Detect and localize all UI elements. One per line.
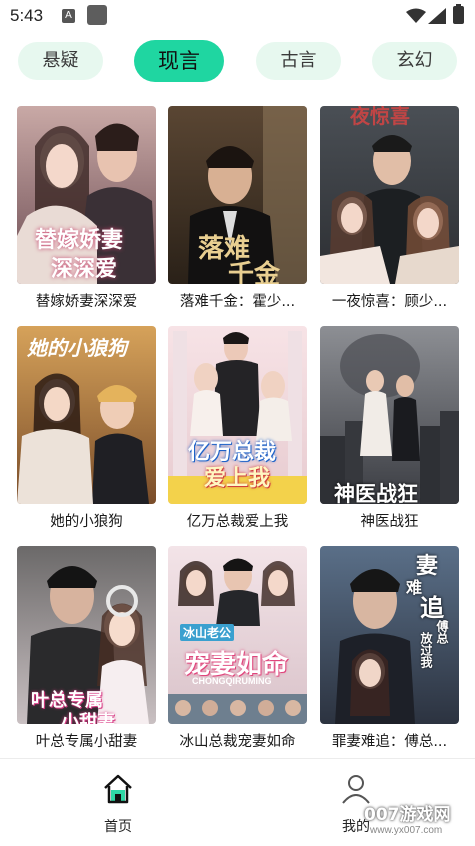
tab-suspense[interactable]: 悬疑 [18,42,103,80]
notification-icon: A [62,9,75,23]
app-notification-icon [87,5,107,25]
drama-poster: 夜惊喜 [320,106,459,284]
status-time: 5:43 [10,6,44,25]
drama-title: 叶总专属小甜妻 [35,734,138,750]
tab-fantasy[interactable]: 玄幻 [372,42,457,80]
poster-title-line2: 千金 [228,260,281,284]
watermark: 007游戏网 www.yx007.com [364,800,472,844]
signal-icon [428,8,446,24]
poster-title: 夜惊喜 [350,106,410,128]
poster-title-line2: 爱上我 [204,465,271,491]
poster-title-line2: 小甜妻 [61,712,115,724]
watermark-title: 007游戏网 [364,805,451,825]
home-icon [104,774,132,804]
tab-ancient-romance[interactable]: 古言 [256,42,341,80]
watermark-url: www.yx007.com [370,825,443,836]
drama-poster: 落难 千金 [168,106,307,284]
poster-tagline-2: 放过我 [419,632,433,668]
poster-title-line2: 深深爱 [51,256,118,282]
tab-modern-romance[interactable]: 现言 [134,40,224,82]
poster-subtitle: CHONGQIRUMING [192,676,272,686]
poster-title: 替嫁娇妻 [35,227,124,253]
drama-title: 替嫁娇妻深深爱 [35,294,138,310]
drama-title: 落难千金：霍少... [179,294,296,310]
drama-poster: 叶总专属 小甜妻 [17,546,156,724]
drama-poster: 替嫁娇妻 深深爱 [17,106,156,284]
battery-icon [453,4,464,24]
drama-poster: 妻 难 追 傅总 放过我 [320,546,459,724]
poster-title: 她的小狼狗 [27,336,127,360]
drama-title: 罪妻难追：傅总... [331,734,448,750]
drama-title: 神医战狂 [360,514,419,530]
poster-title-line3: 追 [420,593,444,622]
poster-title: 神医战狂 [334,481,418,504]
drama-poster: 神医战狂 [320,326,459,504]
drama-title: 冰山总裁宠妻如命 [179,734,296,750]
drama-poster: 冰山老公 宠妻如命 CHONGQIRUMING [168,546,307,724]
drama-poster: 她的小狼狗 [17,326,156,504]
poster-tagline: 傅总 [435,620,449,644]
poster-title: 冰山老公 [180,624,235,641]
drama-title: 一夜惊喜：顾少... [331,294,448,310]
drama-title: 亿万总裁爱上我 [186,514,289,530]
wifi-icon [406,8,426,23]
nav-home[interactable]: 首页 [58,759,178,846]
drama-title: 她的小狼狗 [50,514,123,530]
drama-poster: 亿万总裁 爱上我 [168,326,307,504]
status-bar: 5:43 A [0,0,475,32]
nav-home-label: 首页 [104,819,132,835]
